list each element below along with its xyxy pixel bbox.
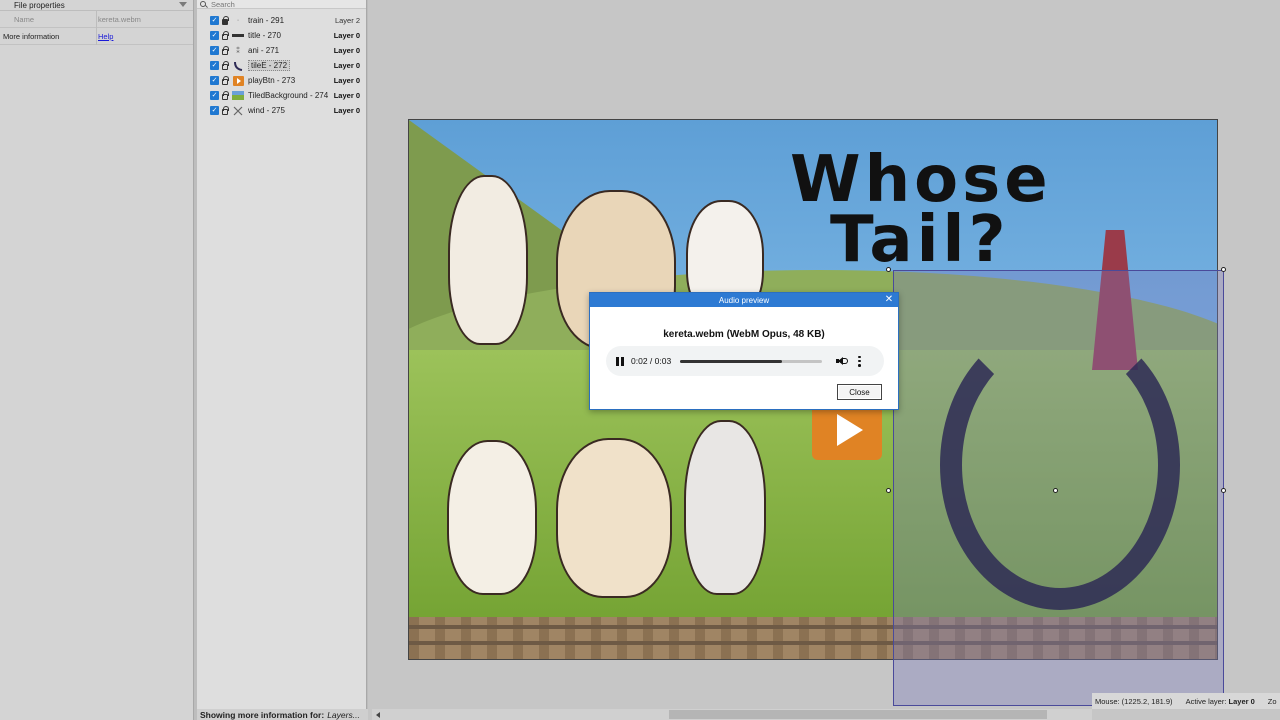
footer-label: Showing more information for:: [200, 709, 325, 720]
title-thumbnail-icon: [232, 31, 244, 41]
origin-handle[interactable]: [1053, 488, 1058, 493]
visibility-checkbox[interactable]: ✓: [210, 31, 219, 40]
cat-back-sprite[interactable]: [684, 420, 766, 595]
layer-name: TiledBackground - 274: [248, 91, 329, 100]
layer-row[interactable]: ✓ title - 270 Layer 0: [197, 28, 366, 43]
layer-row[interactable]: ✓ ⁑ ani - 271 Layer 0: [197, 43, 366, 58]
layer-layer: Layer 0: [333, 31, 360, 40]
lock-icon[interactable]: [222, 46, 229, 55]
search-icon: [200, 1, 206, 7]
audio-player: 0:02 / 0:03: [606, 346, 884, 376]
volume-icon[interactable]: [836, 356, 849, 366]
progress-fill: [680, 359, 783, 363]
zoom-label: Zo: [1267, 696, 1277, 706]
dialog-titlebar[interactable]: Audio preview ✕: [590, 293, 898, 307]
layer-search-bar: [197, 0, 366, 9]
close-icon[interactable]: ✕: [884, 295, 894, 305]
layer-name: tileE - 272: [248, 60, 291, 71]
cross-thumbnail-icon: [232, 106, 244, 116]
layer-layer: Layer 0: [333, 76, 360, 85]
play-thumbnail-icon: [232, 75, 244, 86]
property-name-label: Name: [14, 14, 35, 24]
scrollbar-thumb[interactable]: [669, 710, 1047, 719]
background-thumbnail-icon: [232, 91, 244, 101]
visibility-checkbox[interactable]: ✓: [210, 91, 219, 100]
visibility-checkbox[interactable]: ✓: [210, 106, 219, 115]
tail-sprite[interactable]: [940, 320, 1180, 610]
property-name-value[interactable]: kereta.webm: [96, 15, 141, 24]
layer-name: wind - 275: [248, 106, 285, 115]
lock-icon[interactable]: [222, 16, 229, 25]
resize-handle[interactable]: [1221, 267, 1226, 272]
layer-layer: Layer 0: [333, 46, 360, 55]
audio-preview-dialog: Audio preview ✕ kereta.webm (WebM Opus, …: [589, 292, 899, 410]
more-options-icon[interactable]: [858, 355, 861, 367]
visibility-checkbox[interactable]: ✓: [210, 76, 219, 85]
layer-search-input[interactable]: [211, 0, 351, 9]
title-sprite[interactable]: Whose Tail?: [790, 148, 1052, 277]
collapse-triangle-icon[interactable]: [179, 2, 187, 7]
layer-layer: Layer 0: [333, 106, 360, 115]
pug-back-sprite[interactable]: [556, 438, 672, 598]
layer-row[interactable]: ✓ tileE - 272 Layer 0: [197, 58, 366, 73]
layer-row[interactable]: ✓ wind - 275 Layer 0: [197, 103, 366, 118]
active-layer-value: Layer 0: [1228, 696, 1255, 706]
scroll-left-icon[interactable]: [376, 712, 380, 718]
properties-panel: File properties Name kereta.webm More in…: [0, 0, 194, 720]
layer-layer: Layer 0: [333, 91, 360, 100]
layer-name: ani - 271: [248, 46, 280, 55]
mouse-position: Mouse: (1225.2, 181.9): [1095, 696, 1173, 706]
playback-time: 0:02 / 0:03: [631, 356, 672, 366]
layers-panel: ✓ · train - 291 Layer 2 ✓ title - 270 La…: [197, 0, 367, 720]
layer-layer: Layer 0: [333, 61, 360, 70]
progress-slider[interactable]: [680, 359, 823, 363]
title-line-2: Tail?: [830, 203, 1010, 277]
layer-name: playBtn - 273: [248, 76, 296, 85]
lock-icon[interactable]: [222, 106, 229, 115]
cat-back-sprite[interactable]: [447, 440, 537, 595]
layer-list: ✓ · train - 291 Layer 2 ✓ title - 270 La…: [197, 13, 366, 118]
close-button[interactable]: Close: [837, 384, 882, 400]
audio-file-info: kereta.webm (WebM Opus, 48 KB): [663, 329, 825, 340]
cat-sprite[interactable]: [448, 175, 528, 345]
visibility-checkbox[interactable]: ✓: [210, 16, 219, 25]
resize-handle[interactable]: [1221, 488, 1226, 493]
visibility-checkbox[interactable]: ✓: [210, 61, 219, 70]
pause-icon[interactable]: [616, 356, 624, 366]
animation-thumbnail-icon: ⁑: [236, 47, 240, 55]
layer-name: train - 291: [248, 16, 285, 25]
active-layer-label: Active layer:: [1185, 696, 1227, 706]
resize-handle[interactable]: [886, 488, 891, 493]
lock-icon[interactable]: [222, 91, 229, 100]
layer-row[interactable]: ✓ · train - 291 Layer 2: [197, 13, 366, 28]
dialog-title: Audio preview: [718, 295, 770, 305]
property-info-label: More information: [3, 31, 60, 41]
footer-value[interactable]: Layers...: [327, 710, 360, 720]
status-bar: Mouse: (1225.2, 181.9) Active layer: Lay…: [1092, 693, 1280, 709]
layer-layer: Layer 2: [334, 16, 360, 25]
lock-icon[interactable]: [222, 76, 229, 85]
tail-thumbnail-icon: [232, 61, 244, 71]
properties-header[interactable]: File properties: [0, 0, 193, 11]
help-link[interactable]: Help: [98, 32, 113, 41]
layer-row[interactable]: ✓ playBtn - 273 Layer 0: [197, 73, 366, 88]
layers-footer: Showing more information for: Layers...: [197, 709, 372, 720]
lock-icon[interactable]: [222, 61, 229, 70]
resize-handle[interactable]: [886, 267, 891, 272]
column-divider[interactable]: [96, 11, 97, 45]
lock-icon[interactable]: [222, 31, 229, 40]
dot-icon: ·: [236, 17, 240, 24]
properties-header-label: File properties: [14, 0, 65, 10]
layer-row[interactable]: ✓ TiledBackground - 274 Layer 0: [197, 88, 366, 103]
layer-name: title - 270: [248, 31, 281, 40]
visibility-checkbox[interactable]: ✓: [210, 46, 219, 55]
horizontal-scrollbar[interactable]: [372, 709, 1092, 720]
